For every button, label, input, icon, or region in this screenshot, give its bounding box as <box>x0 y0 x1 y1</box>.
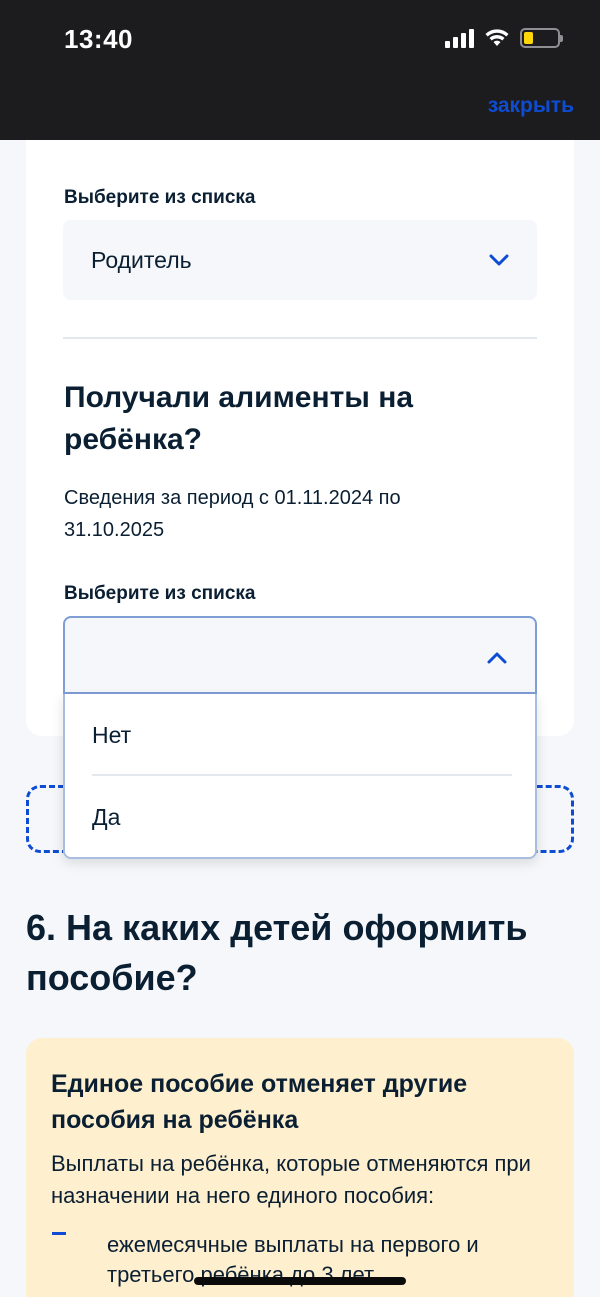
dropdown-option-no[interactable]: Нет <box>65 694 535 776</box>
wifi-icon <box>485 29 509 46</box>
option-label: Да <box>92 804 121 830</box>
option-label: Нет <box>92 722 132 748</box>
divider <box>63 337 537 339</box>
top-bar: 13:40 закрыть <box>0 0 600 140</box>
relation-select-value: Родитель <box>91 247 192 273</box>
status-icons <box>445 28 563 48</box>
relation-field-label: Выберите из списка <box>64 187 256 208</box>
signal-icon <box>445 28 474 48</box>
status-time: 13:40 <box>64 24 133 54</box>
relation-select[interactable]: Родитель <box>63 220 537 300</box>
alimony-select[interactable] <box>63 616 537 694</box>
alimony-period-text: Сведения за период с 01.11.2024 по 31.10… <box>64 487 401 541</box>
alimony-field-label: Выберите из списка <box>64 583 256 604</box>
home-indicator <box>194 1277 406 1285</box>
chevron-down-icon <box>489 254 509 266</box>
alimony-question-title: Получали алименты на ребёнка? <box>64 381 414 456</box>
bullet-dash-icon <box>52 1232 66 1235</box>
info-card-text: Выплаты на ребёнка, которые отменяются п… <box>51 1151 531 1208</box>
chevron-up-icon <box>487 652 507 664</box>
dropdown-option-yes[interactable]: Да <box>65 776 535 856</box>
section-title: 6. На каких детей оформить пособие? <box>26 907 528 998</box>
alimony-dropdown-list: Нет Да <box>63 694 537 859</box>
battery-level <box>524 32 533 44</box>
info-card-title: Единое пособие отменяет другие пособия н… <box>51 1070 468 1134</box>
close-link[interactable]: закрыть <box>488 94 574 118</box>
battery-icon <box>520 28 563 48</box>
